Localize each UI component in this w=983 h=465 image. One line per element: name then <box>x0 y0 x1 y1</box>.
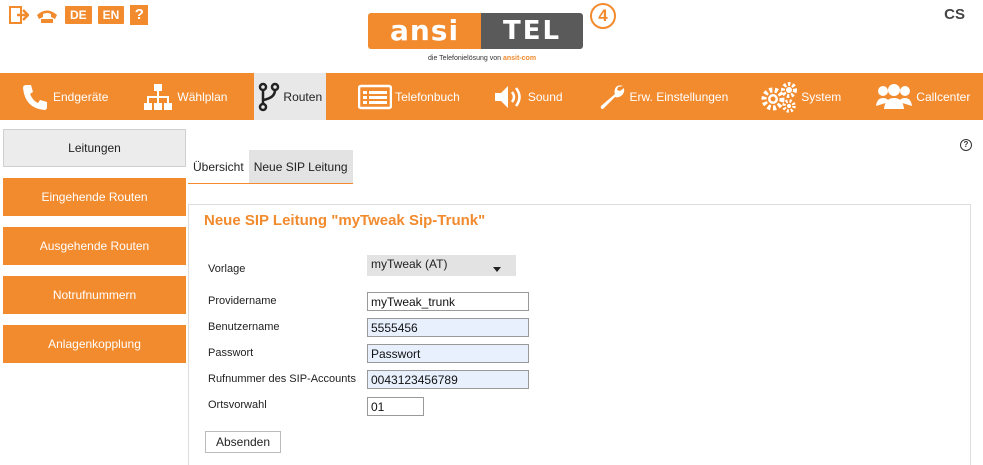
sidebar-item-ausgehende-routen[interactable]: Ausgehende Routen <box>3 227 186 265</box>
benutzername-input[interactable] <box>367 318 529 337</box>
logout-icon[interactable] <box>9 5 29 25</box>
nav-item-system[interactable]: System <box>756 73 845 120</box>
sitemap-icon <box>142 82 177 112</box>
cs-icon[interactable]: CS <box>944 6 965 23</box>
nav-label: Wählplan <box>177 89 228 104</box>
language-de-button[interactable]: DE <box>65 6 92 24</box>
nav-item-sound[interactable]: Sound <box>489 73 567 120</box>
providername-label: Providername <box>208 295 277 307</box>
vorlage-select-value: myTweak (AT) <box>371 257 448 271</box>
phone-icon <box>20 82 53 112</box>
form-title: Neue SIP Leitung "myTweak Sip-Trunk" <box>204 212 486 229</box>
main-navbar: Endgeräte Wählplan Routen Telefonbuch So… <box>0 73 983 120</box>
sidebar-item-eingehende-routen[interactable]: Eingehende Routen <box>3 178 186 216</box>
sidebar-item-leitungen[interactable]: Leitungen <box>3 129 186 167</box>
nav-label: Sound <box>527 89 563 104</box>
rufnummer-label: Rufnummer des SIP-Accounts <box>208 373 356 385</box>
gears-icon <box>760 81 801 113</box>
users-icon <box>875 82 916 112</box>
nav-item-routen[interactable]: Routen <box>254 73 327 120</box>
ortsvorwahl-input[interactable] <box>367 397 424 416</box>
logo-subtitle-text: die Telefonielösung von <box>428 55 502 62</box>
nav-item-telefonbuch[interactable]: Telefonbuch <box>354 73 464 120</box>
logo-version-badge: 4 <box>590 3 616 29</box>
nav-label: Routen <box>283 89 323 104</box>
rufnummer-input[interactable] <box>367 370 529 389</box>
providername-input[interactable] <box>367 292 529 311</box>
benutzername-label: Benutzername <box>208 321 280 333</box>
tab-neue-sip-leitung[interactable]: Neue SIP Leitung <box>248 150 353 183</box>
wrench-icon <box>597 82 630 112</box>
passwort-input[interactable] <box>367 344 529 363</box>
help-button[interactable]: ? <box>130 5 149 25</box>
sidebar-item-notrufnummern[interactable]: Notrufnummern <box>3 276 186 314</box>
hangup-phone-icon[interactable] <box>35 5 59 25</box>
ansitel-logo: ansi TEL 4 die Telefonielösung von ansit… <box>368 3 620 67</box>
sidebar-item-anlagenkopplung[interactable]: Anlagenkopplung <box>3 325 186 363</box>
top-toolbar: DE EN ? <box>9 5 149 25</box>
nav-item-endgeraete[interactable]: Endgeräte <box>16 73 112 120</box>
phonebook-icon <box>358 83 395 111</box>
form-panel: Neue SIP Leitung "myTweak Sip-Trunk" Vor… <box>188 204 971 465</box>
dropdown-arrow-icon <box>493 261 501 275</box>
logo-subtitle-brand: ansit-com <box>503 55 537 62</box>
nav-label: Erw. Einstellungen <box>629 89 729 104</box>
language-en-button[interactable]: EN <box>97 6 125 24</box>
sidebar: Leitungen Eingehende Routen Ausgehende R… <box>3 129 186 374</box>
cs-label: CS <box>944 6 965 23</box>
vorlage-label: Vorlage <box>208 263 246 275</box>
logo-ansi-text: ansi <box>368 13 481 49</box>
logo-tel-text: TEL <box>481 13 583 49</box>
nav-label: System <box>801 89 842 104</box>
passwort-label: Passwort <box>208 347 254 359</box>
vorlage-select[interactable]: myTweak (AT) <box>367 255 516 276</box>
question-help-icon[interactable]: ? <box>960 139 972 151</box>
nav-label: Callcenter <box>916 89 971 104</box>
speaker-icon <box>493 83 528 111</box>
submit-button[interactable]: Absenden <box>205 431 281 453</box>
nav-label: Telefonbuch <box>395 89 460 104</box>
nav-item-erw-einstellungen[interactable]: Erw. Einstellungen <box>593 73 733 120</box>
nav-item-waehlplan[interactable]: Wählplan <box>138 73 231 120</box>
ortsvorwahl-label: Ortsvorwahl <box>208 399 267 411</box>
nav-label: Endgeräte <box>53 89 109 104</box>
routes-icon <box>258 82 283 112</box>
tab-uebersicht[interactable]: Übersicht <box>188 150 249 183</box>
tab-bar: Übersicht Neue SIP Leitung <box>188 150 353 184</box>
logo-subtitle: die Telefonielösung von ansit-com <box>428 55 536 62</box>
nav-item-callcenter[interactable]: Callcenter <box>871 73 974 120</box>
